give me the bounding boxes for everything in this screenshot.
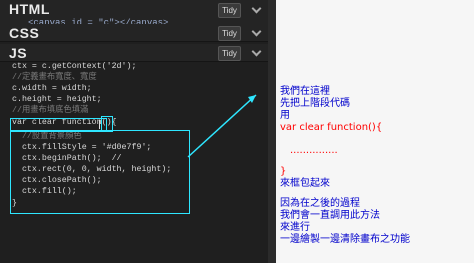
html-tidy-button[interactable]: Tidy	[218, 3, 241, 18]
css-panel-title: CSS	[9, 25, 40, 41]
annotation-line: 因為在之後的過程	[280, 198, 360, 209]
chevron-down-icon[interactable]	[252, 48, 261, 57]
css-panel: CSS Tidy	[0, 24, 268, 42]
js-code-line-1[interactable]: ctx = c.getContext('2d');	[12, 62, 136, 73]
chevron-down-icon[interactable]	[252, 28, 261, 37]
js-panel: JS Tidy	[0, 44, 268, 62]
text-cursor	[99, 120, 100, 129]
annotation-code: }	[280, 166, 287, 177]
js-code-line-5[interactable]: //用畫布填底色填滿	[12, 106, 88, 117]
js-code-line-2[interactable]: //定義畫布寬度、寬度	[12, 73, 97, 84]
annotation-line: 用	[280, 110, 290, 121]
annotation-line: 先把上階段代碼	[280, 98, 350, 109]
annotation-line: 來進行	[280, 222, 310, 233]
annotation-line: 來框包起來	[280, 178, 330, 189]
annotation-line: 一邊繪製一邊清除畫布之功能	[280, 234, 410, 245]
html-panel-title: HTML	[9, 1, 50, 17]
annotation-code: var clear function(){	[280, 122, 383, 133]
arrow-icon	[187, 94, 257, 158]
js-tidy-button[interactable]: Tidy	[218, 46, 241, 61]
annotation-code: ...............	[290, 145, 338, 156]
js-code-line-3[interactable]: c.width = width;	[12, 84, 92, 95]
chevron-down-icon[interactable]	[252, 5, 261, 14]
function-body-highlight-box	[10, 130, 190, 214]
js-code-line-4[interactable]: c.height = height;	[12, 95, 102, 106]
js-panel-title: JS	[9, 45, 28, 61]
annotation-line: 我們在這裡	[280, 86, 330, 97]
annotation-line: 我們會一直調用此方法	[280, 210, 380, 221]
css-tidy-button[interactable]: Tidy	[218, 26, 241, 41]
